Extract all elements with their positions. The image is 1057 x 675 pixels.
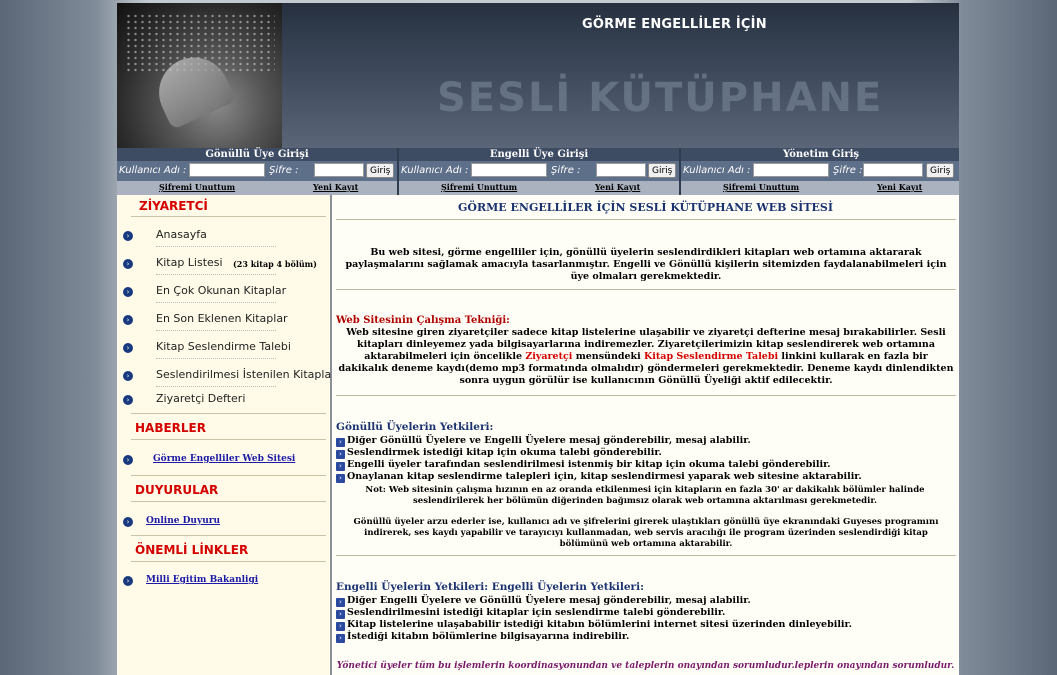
nav-guestbook[interactable]: › Ziyaretçi Defteri: [123, 389, 328, 411]
username-label: Kullanıcı Adı :: [119, 165, 187, 176]
main-content: GÖRME ENGELLİLER İÇİN SESLİ KÜTÜPHANE WE…: [332, 195, 959, 675]
volunteer-extra: Gönüllü üyeler arzu ederler ise, kullanı…: [353, 517, 939, 549]
news-link[interactable]: › Görme Engelliler Web Sitesi: [123, 453, 328, 469]
bullet-arrow-icon: ›: [123, 231, 133, 241]
arrow-icon: ›: [336, 598, 345, 607]
arrow-icon: ›: [336, 622, 345, 631]
disabled-login-header: Engelli Üye Girişi: [399, 148, 679, 161]
volunteer-forgot-password-link[interactable]: Şifremi Unuttum: [159, 182, 235, 192]
nav-requested-books[interactable]: › Seslendirilmesi İstenilen Kitaplar: [123, 365, 336, 387]
list-item: › Diğer Gönüllü Üyelere ve Engelli Üyeler…: [336, 435, 751, 447]
admin-footer-note: Yönetici üyeler tüm bu işlemlerin koordi…: [336, 661, 955, 671]
nav-latest-added[interactable]: › En Son Eklenen Kitaplar: [123, 309, 328, 331]
important-link-text: Milli Egitim Bakanligi: [146, 575, 259, 585]
sidebar: ZİYARETCİ › Anasayfa › Kitap Listesi (23…: [117, 195, 336, 675]
site-logo-text: SESLİ KÜTÜPHANE: [437, 75, 884, 121]
arrow-icon: ›: [336, 450, 345, 459]
admin-register-link[interactable]: Yeni Kayıt: [877, 182, 922, 192]
news-link-text: Görme Engelliler Web Sitesi: [153, 454, 296, 464]
admin-password-input[interactable]: [863, 163, 923, 177]
nav-label: En Çok Okunan Kitaplar: [156, 284, 287, 297]
volunteer-register-link[interactable]: Yeni Kayıt: [313, 182, 358, 192]
nav-label: Kitap Listesi: [156, 256, 223, 269]
volunteer-permissions-heading: Gönüllü Üyelerin Yetkileri:: [336, 421, 494, 433]
visitor-menu-ref: Ziyaretçi: [525, 351, 573, 362]
bullet-arrow-icon: ›: [123, 259, 133, 269]
login-bar: Gönüllü Üye Girişi Kullanıcı Adı : Şifre…: [117, 148, 959, 195]
volunteer-password-input[interactable]: [314, 163, 364, 177]
password-label: Şifre :: [551, 165, 581, 176]
nav-home[interactable]: › Anasayfa: [123, 225, 328, 247]
page-container: GÖRME ENGELLİLER İÇİN SESLİ KÜTÜPHANE Gö…: [117, 3, 959, 675]
bullet-arrow-icon: ›: [123, 371, 133, 381]
bullet-arrow-icon: ›: [123, 287, 133, 297]
bullet-arrow-icon: ›: [123, 343, 133, 353]
nav-label: Ziyaretçi Defteri: [156, 392, 246, 405]
announcements-heading: DUYURULAR: [135, 483, 219, 497]
announcement-link[interactable]: › Online Duyuru: [123, 515, 328, 531]
disabled-login-panel: Engelli Üye Girişi Kullanıcı Adı : Şifre…: [399, 148, 679, 195]
list-item: › Seslendirilmesini istediği kitaplar içi…: [336, 607, 725, 619]
list-item: › Onaylanan kitap seslendirme talepleri i…: [336, 471, 862, 483]
nav-label: Anasayfa: [156, 228, 207, 241]
nav-book-list[interactable]: › Kitap Listesi (23 kitap 4 bölüm): [123, 253, 328, 275]
arrow-icon: ›: [336, 462, 345, 471]
important-link[interactable]: › Milli Egitim Bakanligi: [123, 574, 328, 590]
volunteer-note: Not: Web sitesinin çalışma hızının en az…: [365, 485, 925, 506]
announcement-link-text: Online Duyuru: [146, 516, 221, 526]
narration-request-ref: Kitap Seslendirme Talebi: [644, 351, 779, 362]
list-item: › Engelli üyeler tarafından seslendirilme…: [336, 459, 831, 471]
disabled-login-button[interactable]: Giriş: [648, 163, 677, 178]
arrow-icon: ›: [336, 438, 345, 447]
admin-login-button[interactable]: Giriş: [926, 163, 955, 178]
page-title: GÖRME ENGELLİLER İÇİN SESLİ KÜTÜPHANE WE…: [458, 201, 833, 214]
arrow-icon: ›: [336, 610, 345, 619]
nav-most-read[interactable]: › En Çok Okunan Kitaplar: [123, 281, 328, 303]
nav-label: En Son Eklenen Kitaplar: [156, 312, 288, 325]
nav-label: Kitap Seslendirme Talebi: [156, 340, 291, 353]
bullet-arrow-icon: ›: [123, 455, 133, 465]
disabled-forgot-password-link[interactable]: Şifremi Unuttum: [441, 182, 517, 192]
password-label: Şifre :: [269, 165, 299, 176]
visitor-heading: ZİYARETCİ: [139, 199, 208, 213]
site-banner: GÖRME ENGELLİLER İÇİN SESLİ KÜTÜPHANE: [117, 3, 959, 148]
username-label: Kullanıcı Adı :: [401, 165, 469, 176]
bullet-arrow-icon: ›: [123, 315, 133, 325]
book-count-label: (23 kitap 4 bölüm): [233, 259, 317, 269]
disabled-username-input[interactable]: [471, 163, 547, 177]
list-item: › Seslendirmek istediği kitap için okuma …: [336, 447, 662, 459]
volunteer-login-button[interactable]: Giriş: [366, 163, 395, 178]
banner-title: GÖRME ENGELLİLER İÇİN: [582, 17, 767, 32]
arrow-icon: ›: [336, 634, 345, 643]
admin-username-input[interactable]: [753, 163, 829, 177]
nav-narration-request[interactable]: › Kitap Seslendirme Talebi: [123, 337, 328, 359]
nav-label: Seslendirilmesi İstenilen Kitaplar: [156, 368, 336, 381]
bullet-arrow-icon: ›: [123, 576, 133, 586]
technique-heading: Web Sitesinin Çalışma Tekniği:: [336, 315, 510, 326]
important-links-heading: ÖNEMLİ LİNKLER: [135, 543, 249, 557]
volunteer-login-panel: Gönüllü Üye Girişi Kullanıcı Adı : Şifre…: [117, 148, 397, 195]
braille-hand-image: [117, 3, 282, 148]
disabled-password-input[interactable]: [596, 163, 646, 177]
username-label: Kullanıcı Adı :: [683, 165, 751, 176]
admin-login-panel: Yönetim Giriş Kullanıcı Adı : Şifre : Gi…: [681, 148, 959, 195]
list-item: › İstediği kitabın bölümlerine bilgisayar…: [336, 631, 629, 643]
intro-paragraph: Bu web sitesi, görme engelliler için, gö…: [345, 247, 947, 282]
list-item: › Kitap listelerine ulaşababilir istediği…: [336, 619, 852, 631]
list-item: › Diğer Engelli Üyelere ve Gönüllü Üyeler…: [336, 595, 751, 607]
news-heading: HABERLER: [135, 421, 206, 435]
disabled-register-link[interactable]: Yeni Kayıt: [595, 182, 640, 192]
bullet-arrow-icon: ›: [123, 395, 133, 405]
disabled-permissions-heading: Engelli Üyelerin Yetkileri: Engelli Üyel…: [336, 581, 644, 593]
volunteer-username-input[interactable]: [189, 163, 265, 177]
admin-forgot-password-link[interactable]: Şifremi Unuttum: [723, 182, 799, 192]
password-label: Şifre :: [833, 165, 863, 176]
bullet-arrow-icon: ›: [123, 517, 133, 527]
volunteer-login-header: Gönüllü Üye Girişi: [117, 148, 397, 161]
admin-login-header: Yönetim Giriş: [681, 148, 959, 161]
arrow-icon: ›: [336, 474, 345, 483]
technique-paragraph: Web sitesine giren ziyaretçiler sadece k…: [338, 327, 954, 386]
